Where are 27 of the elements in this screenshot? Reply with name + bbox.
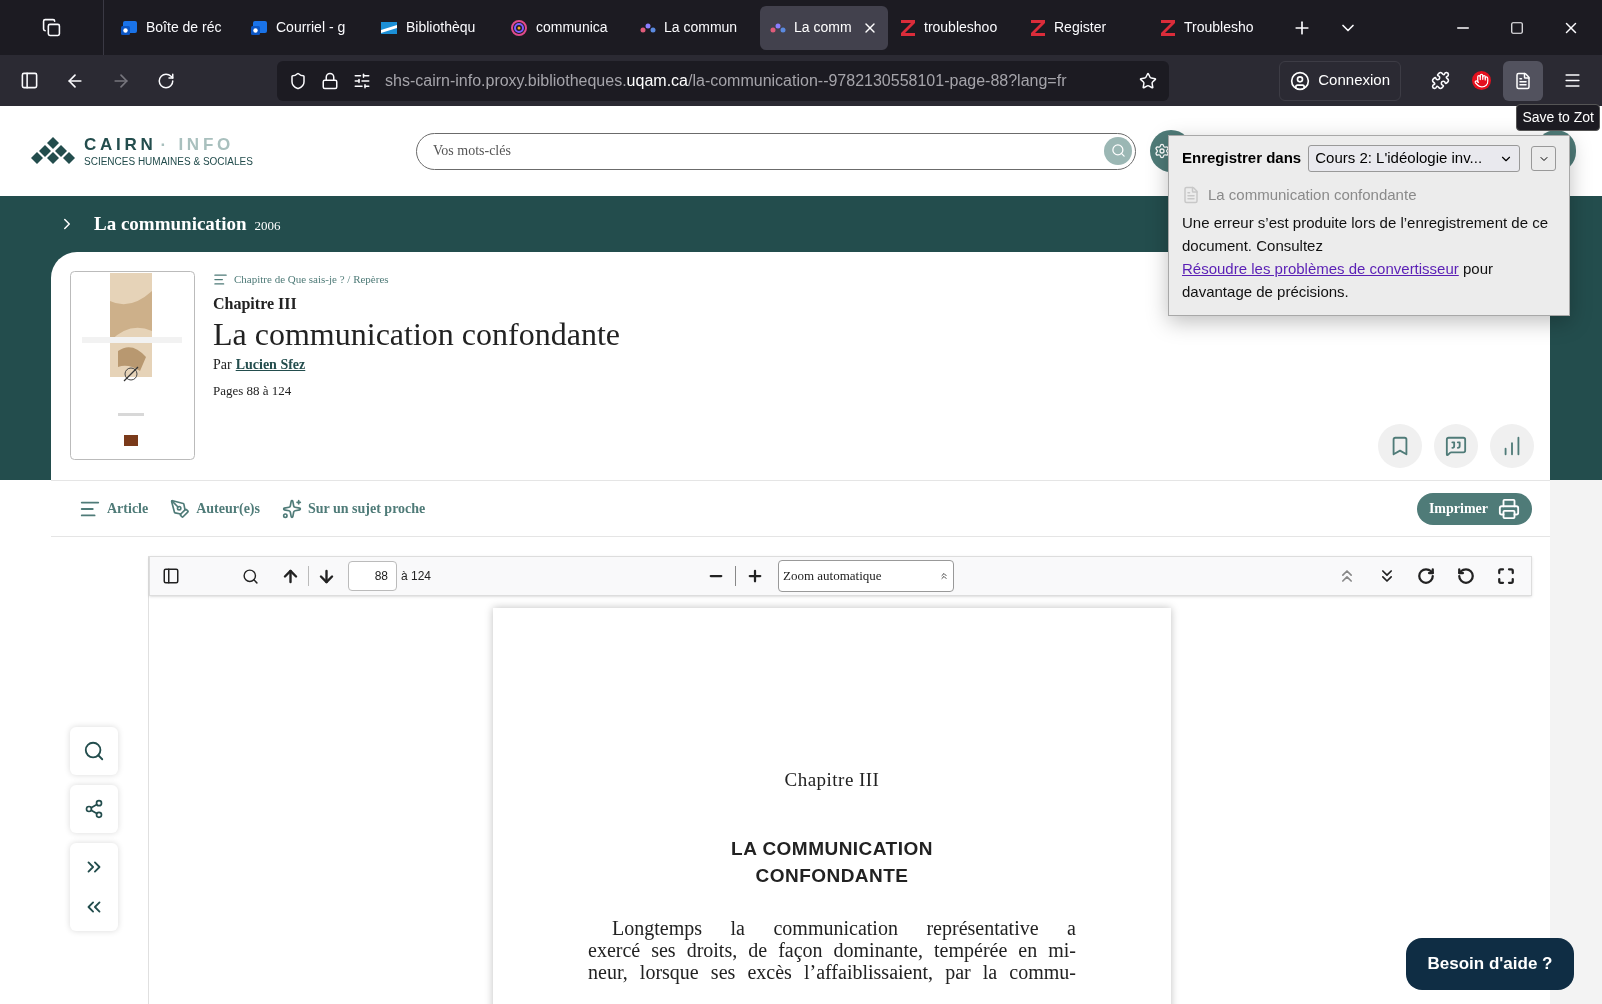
tab-title: Boîte de réc: [146, 18, 223, 37]
page-chapter: Chapitre III: [784, 768, 880, 792]
chapter-number: Chapitre III: [213, 293, 298, 315]
error-message: Une erreur s’est produite lors de l’enregistrement de ce document. Consultez Résoudre les problèmes de convertisseur pour davantage de précisions.: [1182, 212, 1549, 302]
logo-name: CAIRN: [84, 135, 157, 153]
item-title: La communication confondante: [1208, 185, 1417, 205]
tab-title: La commun: [664, 18, 739, 37]
tab-title: troubleshoo: [924, 18, 999, 37]
breadcrumb-year: 2006: [254, 216, 281, 235]
author-prefix: Par: [213, 355, 232, 374]
tab-title: Register: [1054, 18, 1108, 37]
page-count: à 124: [401, 568, 432, 585]
logo-suffix: · INFO: [160, 135, 234, 153]
page-title: CONFONDANTE: [755, 863, 909, 888]
tab-title: communica: [536, 18, 609, 37]
tab-title: Troublesho: [1184, 18, 1255, 37]
page-title: LA COMMUNICATION: [731, 836, 933, 861]
text-line: Longtemps la communication représentative a: [611, 916, 1076, 939]
save-location-label: Enregistrer dans: [1182, 148, 1302, 169]
article-title: La communication confondante: [213, 315, 620, 352]
logo-tagline: SCIENCES HUMAINES & SOCIALES: [84, 156, 253, 167]
url-text: shs-cairn-info.proxy.bibliotheques.uqam.ca/la-communication--9782130558101-page-88?lang=fr: [385, 70, 1068, 91]
tab-title: Bibliothèqu: [406, 18, 477, 37]
tab-title: La comm: [794, 18, 853, 37]
tab-title: Courriel - g: [276, 18, 347, 37]
tooltip: Save to Zot: [1516, 104, 1600, 131]
page-range: Pages 88 à 124: [213, 381, 293, 400]
